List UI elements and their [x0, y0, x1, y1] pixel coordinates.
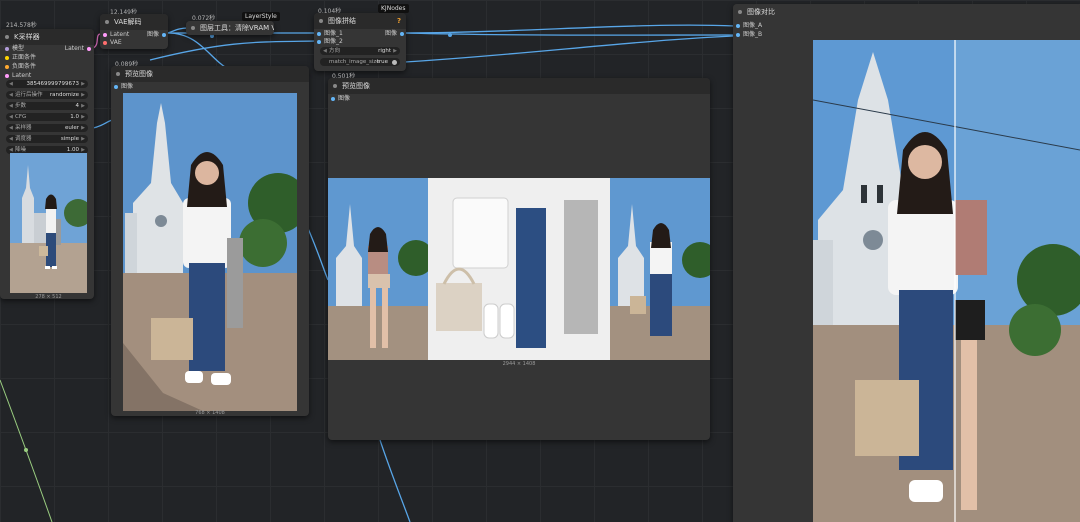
collapse-dot-icon[interactable] — [116, 72, 120, 76]
portrait-church-image — [10, 153, 87, 293]
image-stitch-header[interactable]: 图像拼结? — [314, 13, 406, 29]
input-image-2[interactable]: 图像_2 — [317, 38, 343, 46]
ksampler-image-dims: 278 × 512 — [35, 294, 62, 300]
slot-dot-icon — [317, 31, 321, 36]
match-size-toggle[interactable]: match_image_size true — [320, 58, 400, 66]
slot-dot-icon — [736, 32, 740, 37]
slot-dot-icon — [162, 32, 166, 37]
slot-dot-icon — [87, 46, 91, 51]
slot-dot-icon — [736, 23, 740, 28]
preview2-header[interactable]: 预览图像 — [328, 78, 710, 94]
stitched-image — [328, 178, 710, 360]
layerstyle-header[interactable]: 图层工具：清除VRAM V2 — [186, 21, 274, 35]
slot-dot-icon — [114, 84, 118, 89]
scheduler-widget[interactable]: ◀ 调度器 simple ▶ — [6, 135, 88, 143]
arrow-left-icon[interactable]: ◀ — [9, 113, 13, 121]
arrow-left-icon[interactable]: ◀ — [9, 80, 13, 88]
vae-decode-header[interactable]: VAE解码 — [100, 14, 168, 30]
collapse-dot-icon[interactable] — [319, 19, 323, 23]
preview1-header[interactable]: 预览图像 — [111, 66, 309, 82]
stitched-outfit-image — [328, 178, 710, 360]
collapse-dot-icon[interactable] — [105, 20, 109, 24]
arrow-right-icon[interactable]: ▶ — [81, 102, 85, 110]
comparison-image — [813, 40, 1080, 522]
vae-decode-node[interactable]: VAE解码 Latent VAE 图像 — [100, 14, 168, 49]
input-image[interactable]: 图像 — [331, 95, 350, 103]
slot-dot-icon — [331, 96, 335, 101]
image-stitch-node[interactable]: 图像拼结? 图像_1 图像_2 图像 ◀ 方向 right ▶ match_image… — [314, 13, 406, 71]
arrow-left-icon[interactable]: ◀ — [9, 91, 13, 99]
arrow-right-icon[interactable]: ▶ — [81, 91, 85, 99]
arrow-left-icon[interactable]: ◀ — [9, 135, 13, 143]
cfg-widget[interactable]: ◀ CFG 1.0 ▶ — [6, 113, 88, 121]
after-run-widget[interactable]: ◀ 运行后操作 randomize ▶ — [6, 91, 88, 99]
compare-viewer[interactable] — [813, 40, 1080, 522]
preview2-dims: 2944 × 1408 — [502, 361, 536, 367]
collapse-dot-icon[interactable] — [333, 84, 337, 88]
kjnodes-badge: KJNodes — [378, 4, 409, 13]
collapse-dot-icon[interactable] — [5, 35, 9, 39]
node-title: K采样器 — [14, 33, 40, 41]
slot-dot-icon — [400, 31, 404, 36]
seed-widget[interactable]: ◀ 385469999799673 ▶ — [6, 80, 88, 88]
preview1-node[interactable]: 预览图像 图像 768 × 1408 — [111, 66, 309, 416]
input-image[interactable]: 图像 — [114, 83, 133, 91]
input-model[interactable]: 模型 — [5, 45, 24, 53]
input-vae[interactable]: VAE — [103, 39, 122, 47]
input-latent[interactable]: Latent — [103, 31, 129, 39]
slot-dot-icon — [317, 39, 321, 44]
preview1-dims: 768 × 1408 — [195, 410, 225, 416]
toggle-knob-icon[interactable] — [392, 59, 397, 65]
slot-dot-icon — [5, 73, 9, 78]
arrow-right-icon[interactable]: ▶ — [81, 135, 85, 143]
arrow-left-icon[interactable]: ◀ — [323, 47, 327, 55]
input-positive[interactable]: 正面条件 — [5, 54, 36, 62]
slot-dot-icon — [103, 40, 107, 45]
arrow-left-icon[interactable]: ◀ — [9, 124, 13, 132]
image-compare-node[interactable]: 图像对比 图像_A 图像_B — [733, 4, 1080, 522]
output-image[interactable]: 图像 — [385, 30, 404, 38]
ksampler-preview-image — [10, 153, 87, 293]
ksampler-time: 214.578秒 — [6, 22, 37, 29]
direction-widget[interactable]: ◀ 方向 right ▶ — [320, 47, 400, 55]
arrow-right-icon[interactable]: ▶ — [81, 80, 85, 88]
ksampler-node[interactable]: K采样器 模型 正面条件 负面条件 Latent Latent ◀ 3854699… — [0, 29, 94, 300]
input-latent[interactable]: Latent — [5, 72, 31, 80]
input-image-b[interactable]: 图像_B — [736, 31, 762, 39]
slot-dot-icon — [5, 55, 9, 60]
output-image[interactable]: 图像 — [147, 31, 166, 39]
layerstyle-badge: LayerStyle — [242, 12, 280, 21]
collapse-dot-icon[interactable] — [738, 10, 742, 14]
layerstyle-node[interactable]: 图层工具：清除VRAM V2 — [186, 21, 274, 35]
arrow-right-icon[interactable]: ▶ — [81, 113, 85, 121]
collapse-dot-icon[interactable] — [191, 26, 195, 30]
image-compare-header[interactable]: 图像对比 — [733, 4, 1080, 20]
slot-dot-icon — [5, 64, 9, 69]
output-latent[interactable]: Latent — [65, 45, 91, 53]
portrait-church-image — [123, 93, 297, 411]
input-image-1[interactable]: 图像_1 — [317, 30, 343, 38]
input-image-a[interactable]: 图像_A — [736, 22, 762, 30]
ksampler-header[interactable]: K采样器 — [0, 29, 94, 45]
slot-dot-icon — [103, 32, 107, 37]
help-icon[interactable]: ? — [397, 13, 401, 29]
arrow-left-icon[interactable]: ◀ — [9, 102, 13, 110]
input-negative[interactable]: 负面条件 — [5, 63, 36, 71]
preview2-node[interactable]: 预览图像 图像 2944 × 1408 — [328, 78, 710, 440]
slot-dot-icon — [5, 46, 9, 51]
steps-widget[interactable]: ◀ 步数 4 ▶ — [6, 102, 88, 110]
preview1-image — [123, 93, 297, 411]
sampler-widget[interactable]: ◀ 采样器 euler ▶ — [6, 124, 88, 132]
arrow-right-icon[interactable]: ▶ — [393, 47, 397, 55]
arrow-right-icon[interactable]: ▶ — [81, 124, 85, 132]
